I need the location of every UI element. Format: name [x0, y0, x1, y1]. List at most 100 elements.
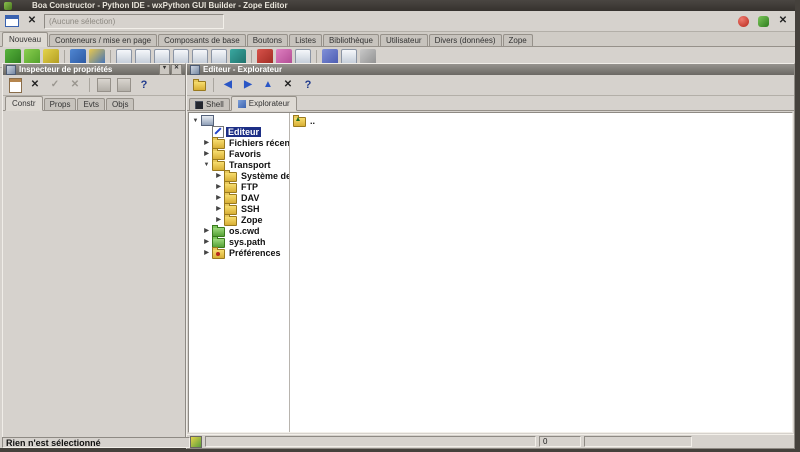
stop-glyph-icon	[738, 16, 749, 27]
inspector-toolbar: ✕ ✓ ✕ ?	[3, 75, 185, 96]
toolbar-separator	[64, 50, 65, 64]
help-icon[interactable]: ?	[300, 77, 316, 93]
tree-item-label: SSH	[239, 204, 262, 214]
tab-constr[interactable]: Constr	[5, 96, 43, 111]
explorer-icon	[238, 100, 246, 108]
tree-item-label: Editeur	[226, 127, 261, 137]
tab-shell[interactable]: Shell	[189, 98, 230, 110]
shade-icon[interactable]: ▾	[159, 64, 170, 75]
tree-item[interactable]: ▶ FTP	[189, 181, 289, 192]
palette-tab-composants[interactable]: Composants de base	[158, 34, 246, 46]
cancel-icon[interactable]: ✕	[67, 77, 83, 93]
tree-item-label: Transport	[227, 160, 273, 170]
expander-collapsed-icon[interactable]: ▶	[203, 249, 210, 256]
list-item-label: ..	[308, 116, 317, 126]
stop-icon[interactable]	[735, 13, 751, 29]
tree-item[interactable]: ▶ Système de fichiers	[189, 170, 289, 181]
editor-title: Editeur - Explorateur	[203, 65, 282, 74]
tree-root[interactable]: ▼	[189, 115, 289, 126]
palette-tab-nouveau[interactable]: Nouveau	[2, 32, 48, 47]
run-icon[interactable]	[755, 13, 771, 29]
palette-tab-utilisateur[interactable]: Utilisateur	[380, 34, 428, 46]
tree-item-label: os.cwd	[227, 226, 262, 236]
expander-collapsed-icon[interactable]: ▶	[203, 150, 210, 157]
app-window: Boa Constructor - Python IDE - wxPython …	[0, 0, 795, 448]
main-status: Rien n'est sélectionné	[2, 437, 190, 448]
tree-item[interactable]: ▶ sys.path	[189, 236, 289, 247]
editor-titlebar[interactable]: Editeur - Explorateur	[187, 64, 794, 75]
explorer-file-list: ..	[290, 113, 792, 432]
tree-item-label: Système de fichiers	[239, 171, 290, 181]
tree-item-label: Fichiers récents	[227, 138, 290, 148]
tree-item[interactable]: Editeur	[189, 126, 289, 137]
toolbar-separator	[89, 78, 90, 92]
palette-tab-conteneurs[interactable]: Conteneurs / mise en page	[49, 34, 157, 46]
tree-item[interactable]: ▶ Fichiers récents	[189, 137, 289, 148]
delete-icon[interactable]: ✕	[280, 77, 296, 93]
expander-collapsed-icon[interactable]: ▶	[203, 238, 210, 245]
run-glyph-icon	[758, 16, 769, 27]
up-icon[interactable]: ▲	[260, 77, 276, 93]
expander-collapsed-icon[interactable]: ▶	[215, 205, 222, 212]
tab-objs[interactable]: Objs	[106, 98, 134, 110]
forward-icon[interactable]: ▶	[240, 77, 256, 93]
window-title: Boa Constructor - Python IDE - wxPython …	[32, 1, 288, 10]
editor-tabbar: Shell Explorateur	[187, 96, 794, 111]
inspector-titlebar[interactable]: Inspecteur de propriétés ▾ ✕	[3, 64, 185, 75]
palette-tabbar: Nouveau Conteneurs / mise en page Compos…	[0, 32, 795, 47]
expander-collapsed-icon[interactable]: ▶	[203, 227, 210, 234]
palette-tab-bibliotheque[interactable]: Bibliothèque	[323, 34, 379, 46]
expander-collapsed-icon[interactable]: ▶	[215, 194, 222, 201]
back-icon[interactable]: ◀	[220, 77, 236, 93]
palette-tab-boutons[interactable]: Boutons	[247, 34, 288, 46]
expander-collapsed-icon[interactable]: ▶	[215, 183, 222, 190]
expander-expanded-icon[interactable]: ▼	[203, 162, 210, 168]
toolbar-separator	[316, 50, 317, 64]
tree-item[interactable]: ▶ os.cwd	[189, 225, 289, 236]
tree-item-label: Préférences	[227, 248, 283, 258]
help-icon[interactable]: ?	[136, 77, 152, 93]
selection-combo[interactable]: (Aucune sélection)	[44, 14, 224, 29]
expander-expanded-icon[interactable]: ▼	[192, 118, 199, 124]
inspector-window-buttons: ▾ ✕	[159, 64, 182, 75]
close-icon[interactable]: ✕	[171, 64, 182, 75]
tree-item[interactable]: ▶ SSH	[189, 203, 289, 214]
delete-icon[interactable]: ✕	[27, 77, 43, 93]
list-item[interactable]: ..	[290, 115, 792, 126]
tree-item-label: DAV	[239, 193, 261, 203]
editor-window: Editeur - Explorateur ◀ ▶ ▲ ✕ ? Shell Ex…	[186, 63, 795, 449]
tree-item[interactable]: ▶ Préférences	[189, 247, 289, 258]
expander-collapsed-icon[interactable]: ▶	[215, 216, 222, 223]
tree-item[interactable]: ▶ DAV	[189, 192, 289, 203]
tree-item[interactable]: ▼ Transport	[189, 159, 289, 170]
inspector-client-area	[3, 111, 185, 437]
inspector-tabbar: Constr Props Evts Objs	[3, 96, 185, 111]
palette-tab-zope[interactable]: Zope	[503, 34, 533, 46]
tree-item[interactable]: ▶ Favoris	[189, 148, 289, 159]
palette-tab-divers[interactable]: Divers (données)	[429, 34, 502, 46]
expander-collapsed-icon[interactable]: ▶	[215, 172, 222, 179]
new-window-icon[interactable]	[4, 13, 20, 29]
option-icon[interactable]	[96, 77, 112, 93]
open-folder-icon[interactable]	[191, 77, 207, 93]
palette-tab-listes[interactable]: Listes	[289, 34, 322, 46]
apply-icon[interactable]: ✓	[47, 77, 63, 93]
tree-item-label: FTP	[239, 182, 260, 192]
toolbar-separator	[251, 50, 252, 64]
tab-props[interactable]: Props	[44, 98, 77, 110]
option2-icon[interactable]	[116, 77, 132, 93]
folder-glyph-icon	[193, 81, 206, 91]
status-message-cell	[205, 436, 536, 447]
close-icon[interactable]: ✕	[775, 13, 791, 29]
tab-explorateur[interactable]: Explorateur	[231, 96, 297, 111]
expander-collapsed-icon[interactable]: ▶	[203, 139, 210, 146]
tab-evts[interactable]: Evts	[77, 98, 105, 110]
paste-icon[interactable]	[7, 77, 23, 93]
tree-item[interactable]: ▶ Zope	[189, 214, 289, 225]
status-progress-cell	[584, 436, 692, 447]
close-module-icon[interactable]: ✕	[24, 13, 40, 29]
inspector-window: Inspecteur de propriétés ▾ ✕ ✕ ✓ ✕ ? Con…	[2, 63, 186, 438]
explorer-content: ▼ Editeur ▶ Fichiers récents ▶ Favoris	[188, 112, 793, 433]
app-icon	[4, 2, 12, 10]
window-titlebar[interactable]: Boa Constructor - Python IDE - wxPython …	[0, 0, 795, 11]
